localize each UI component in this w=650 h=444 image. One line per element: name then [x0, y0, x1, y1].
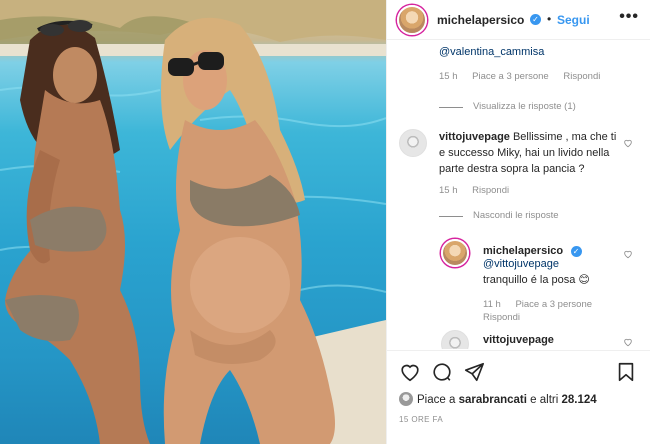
reply-emoji: 😊: [578, 274, 590, 286]
comment-meta: 15 h Piace a 3 persone Rispondi: [439, 71, 612, 82]
bookmark-save-icon[interactable]: [615, 361, 637, 383]
commenter-avatar[interactable]: [399, 129, 427, 157]
post-footer: Piace a sarabrancati e altri 28.124 15 O…: [387, 350, 650, 444]
share-send-icon[interactable]: [463, 361, 485, 383]
comment-meta: 15 h Rispondi: [439, 185, 521, 196]
comment-author[interactable]: vittojuvepage: [439, 131, 510, 143]
liker-avatar: [399, 392, 413, 406]
reply-mention[interactable]: @vittojuvepage: [483, 258, 559, 270]
post-timestamp[interactable]: 15 ORE FA: [399, 415, 443, 424]
comment-mention[interactable]: @valentina_cammisa: [439, 46, 544, 58]
author-username[interactable]: michelapersico: [437, 13, 524, 27]
photo-illustration: [0, 0, 386, 444]
reply-meta: 11 h Piace a 3 persone Rispondi: [483, 298, 633, 324]
comment-reply-button[interactable]: Rispondi: [472, 185, 509, 196]
reply-body: @vittojuvepage tranquillo é la posa 😊: [483, 256, 623, 288]
likes-suffix: e altri: [530, 394, 559, 406]
reply-author-avatar[interactable]: [441, 239, 469, 267]
hide-replies-line: [439, 216, 463, 217]
comment-bubble-icon[interactable]: [431, 361, 453, 383]
reply-text: tranquillo é la posa: [483, 274, 576, 286]
verified-badge-icon: ✓: [530, 14, 541, 25]
post-photo: [0, 0, 386, 444]
reply-reply-button[interactable]: Rispondi: [483, 312, 520, 323]
comment-time: 15 h: [439, 71, 458, 82]
reply-like-heart-icon[interactable]: [623, 249, 633, 259]
comment-body: vittojuvepage Bellissime , ma che ti e s…: [439, 129, 625, 177]
follow-button[interactable]: Segui: [557, 13, 590, 27]
comment-reply-button[interactable]: Rispondi: [563, 71, 600, 82]
likes-prefix: Piace a: [417, 394, 456, 406]
commenter-avatar[interactable]: [441, 330, 469, 349]
comment-like-heart-icon[interactable]: [623, 138, 633, 148]
post-actions: [399, 361, 639, 385]
comment-author[interactable]: vittojuvepage: [483, 332, 554, 348]
likes-summary[interactable]: Piace a sarabrancati e altri 28.124: [399, 392, 597, 406]
likes-count[interactable]: 28.124: [562, 394, 597, 406]
author-avatar[interactable]: [397, 5, 427, 35]
view-replies-line: [439, 107, 463, 108]
post-side-panel: michelapersico ✓ • Segui ••• @valentina_…: [386, 0, 650, 444]
hide-replies-label[interactable]: Nascondi le risposte: [473, 210, 559, 221]
comment-time: 15 h: [439, 185, 458, 196]
likes-user[interactable]: sarabrancati: [459, 394, 527, 406]
comment-likes[interactable]: Piace a 3 persone: [472, 71, 549, 82]
reply-likes[interactable]: Piace a 3 persone: [515, 299, 592, 310]
like-heart-icon[interactable]: [399, 361, 421, 383]
reply-time: 11 h: [483, 299, 501, 310]
more-options-icon[interactable]: •••: [619, 8, 639, 26]
comment-like-heart-icon[interactable]: [623, 337, 633, 347]
post-header: michelapersico ✓ • Segui •••: [387, 0, 650, 40]
header-separator: •: [547, 12, 552, 26]
comments-list[interactable]: @valentina_cammisa 15 h Piace a 3 person…: [387, 41, 650, 349]
view-replies-label[interactable]: Visualizza le risposte (1): [473, 101, 576, 112]
